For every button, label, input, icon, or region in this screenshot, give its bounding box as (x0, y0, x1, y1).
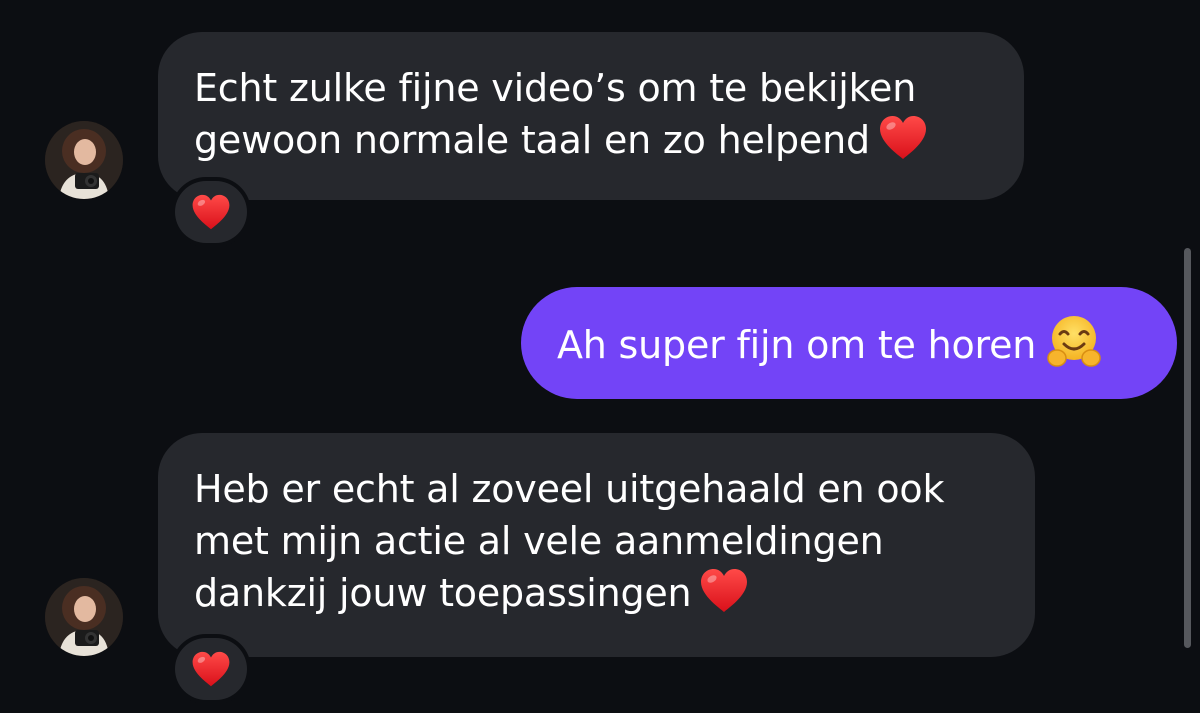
message-text-line: gewoon normale taal en zo helpend (194, 118, 870, 162)
message-text-line: Echt zulke fijne video’s om te bekijken (194, 66, 917, 110)
reaction-badge[interactable] (171, 177, 251, 247)
message-bubble-outgoing[interactable]: Ah super fijn om te horen (521, 287, 1177, 399)
red-heart-icon (699, 568, 749, 614)
red-heart-icon (191, 194, 231, 231)
message-text: Ah super fijn om te horen (557, 323, 1037, 367)
red-heart-icon (878, 115, 928, 161)
contact-avatar[interactable] (45, 121, 123, 199)
contact-avatar[interactable] (45, 578, 123, 656)
message-text-line: Heb er echt al zoveel uitgehaald en ook (194, 467, 945, 511)
reaction-badge[interactable] (171, 634, 251, 704)
scrollbar[interactable] (1184, 248, 1191, 648)
message-bubble-incoming[interactable]: Heb er echt al zoveel uitgehaald en ook … (158, 433, 1035, 657)
hugging-face-icon (1047, 316, 1101, 367)
message-text-line: met mijn actie al vele aanmeldingen (194, 519, 884, 563)
message-text-line: dankzij jouw toepassingen (194, 571, 692, 615)
message-bubble-incoming[interactable]: Echt zulke fijne video’s om te bekijken … (158, 32, 1024, 200)
red-heart-icon (191, 651, 231, 688)
